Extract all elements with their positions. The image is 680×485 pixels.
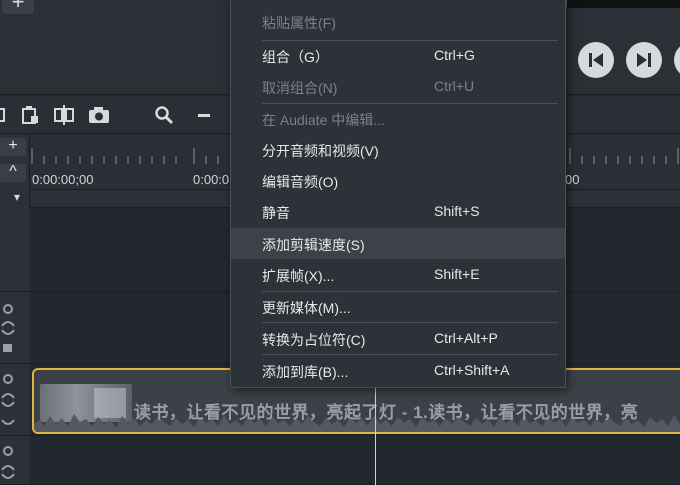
paste-icon[interactable]: [20, 105, 40, 125]
track-controls-icon[interactable]: [0, 372, 18, 432]
player-controls: [576, 42, 680, 78]
menu-item-shortcut: Ctrl+Alt+P: [434, 330, 498, 346]
play-icon: [674, 42, 680, 78]
menu-item-label: 编辑音频(O): [262, 174, 339, 190]
menu-item-ungroup[interactable]: 取消组合(N) Ctrl+U: [231, 71, 565, 102]
preview-canvas-edge: [566, 0, 680, 8]
menu-item-mute[interactable]: 静音 Shift+S: [231, 196, 565, 227]
menu-item-label: 添加剪辑速度(S): [262, 237, 365, 253]
collapse-tracks-button[interactable]: ^: [0, 164, 26, 182]
menu-item-separate-audio-video[interactable]: 分开音频和视频(V): [231, 134, 565, 165]
menu-item-label: 转换为占位符(C): [262, 332, 366, 348]
track-header: [0, 292, 30, 364]
menu-item-label: 分开音频和视频(V): [262, 143, 379, 159]
split-icon[interactable]: [53, 105, 75, 125]
context-menu: 粘贴属性(F) 组合（G） Ctrl+G 取消组合(N) Ctrl+U 在 Au…: [230, 0, 566, 388]
step-forward-icon: [637, 53, 651, 67]
menu-item-add-to-library[interactable]: 添加到库(B)... Ctrl+Shift+A: [231, 355, 565, 386]
menu-item-label: 添加到库(B)...: [262, 364, 349, 380]
ruler-time-label: 00: [565, 172, 580, 187]
menu-item-add-clip-speed[interactable]: 添加剪辑速度(S): [231, 228, 565, 259]
menu-item-shortcut: Shift+S: [434, 203, 480, 219]
menu-item-update-media[interactable]: 更新媒体(M)...: [231, 291, 565, 322]
menu-item-label: 静音: [262, 205, 290, 221]
menu-item-shortcut: Ctrl+Shift+A: [434, 362, 510, 378]
menu-item-paste-properties[interactable]: 粘贴属性(F): [231, 6, 565, 37]
menu-item-extend-frame[interactable]: 扩展帧(X)... Shift+E: [231, 259, 565, 290]
step-back-icon: [589, 53, 603, 67]
clip-title: 读书，让看不见的世界，亮起了灯 - 1.读书，让看不见的世界，亮: [134, 403, 639, 422]
track-controls-icon[interactable]: [0, 444, 18, 484]
track-row[interactable]: [30, 436, 680, 485]
zoom-out-icon[interactable]: [196, 105, 212, 125]
menu-item-shortcut: Ctrl+G: [434, 47, 475, 63]
next-frame-button[interactable]: [626, 42, 662, 78]
menu-item-shortcut: Shift+E: [434, 266, 480, 282]
zoom-icon[interactable]: [154, 105, 174, 125]
menu-item-label: 组合（G）: [262, 49, 329, 65]
track-header: [0, 208, 30, 292]
previous-frame-button[interactable]: [578, 42, 614, 78]
menu-item-group[interactable]: 组合（G） Ctrl+G: [231, 40, 565, 71]
menu-item-edit-audio[interactable]: 编辑音频(O): [231, 165, 565, 196]
track-controls-icon[interactable]: [0, 302, 18, 354]
editor-window: + + ^ ▾ 0:00:00;00 0:00:0 00 读书，让看不见的世界，…: [0, 0, 680, 485]
cut-icon[interactable]: [0, 105, 6, 125]
camera-icon[interactable]: [88, 105, 110, 125]
add-track-button[interactable]: +: [0, 138, 26, 156]
menu-item-convert-to-placeholder[interactable]: 转换为占位符(C) Ctrl+Alt+P: [231, 323, 565, 354]
play-button[interactable]: [674, 42, 680, 78]
menu-item-edit-in-audiate[interactable]: 在 Audiate 中编辑...: [231, 103, 565, 134]
menu-item-label: 扩展帧(X)...: [262, 268, 335, 284]
menu-item-label: 在 Audiate 中编辑...: [262, 112, 385, 128]
menu-item-label: 粘贴属性(F): [262, 15, 336, 31]
menu-item-label: 更新媒体(M)...: [262, 300, 351, 316]
track-options-icon[interactable]: ▾: [14, 190, 20, 204]
track-header: [0, 436, 30, 485]
ruler-time-label: 0:00:00;00: [32, 172, 94, 187]
add-button[interactable]: +: [2, 0, 34, 14]
ruler-time-label: 0:00:0: [193, 172, 230, 187]
menu-item-shortcut: Ctrl+U: [434, 78, 475, 94]
menu-item-label: 取消组合(N): [262, 80, 338, 96]
track-header: [0, 364, 30, 436]
